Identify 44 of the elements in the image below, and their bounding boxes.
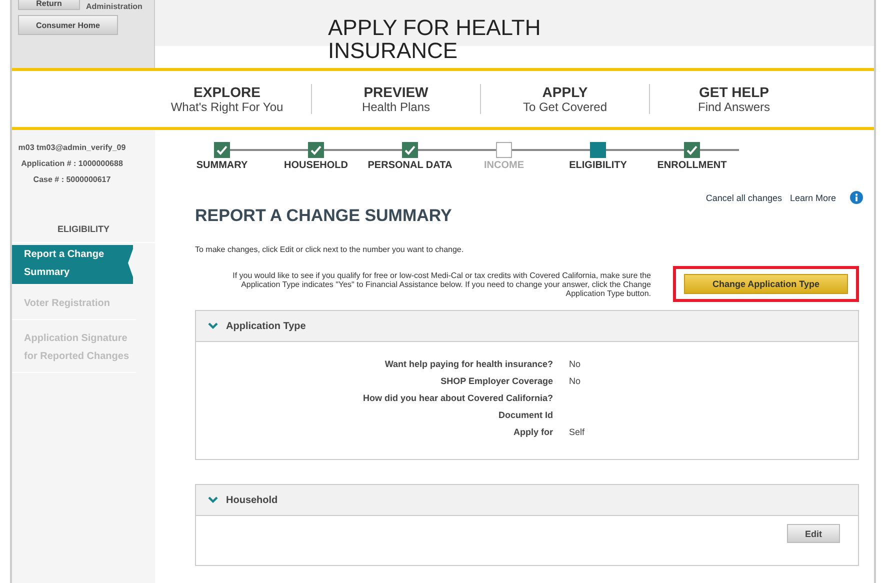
empty-step-icon bbox=[496, 142, 512, 158]
sidebar-item[interactable]: Report a Change Summary bbox=[12, 245, 133, 285]
text-link[interactable]: Cancel all changes bbox=[706, 192, 782, 202]
user-info-text: Case # : 5000000617 bbox=[32, 174, 112, 186]
checkmark-icon bbox=[684, 142, 700, 158]
return-button[interactable]: Return bbox=[18, 0, 80, 10]
checkmark-icon bbox=[402, 142, 418, 158]
field-label: Document Id bbox=[497, 410, 553, 420]
user-info-text: Application # : 1000000688 bbox=[20, 158, 124, 170]
step-label[interactable]: HOUSEHOLD bbox=[284, 160, 348, 171]
chevron-icon[interactable] bbox=[208, 496, 218, 504]
checkmark-icon bbox=[214, 142, 230, 158]
nav-link[interactable]: EXPLORE What's Right For You bbox=[143, 84, 311, 114]
field-value: Self bbox=[569, 427, 586, 437]
user-info-text: m03 tm03@admin_verify_09 bbox=[17, 142, 127, 154]
sidebar-heading: ELIGIBILITY bbox=[12, 224, 155, 243]
page-header-title: APPLY FOR HEALTH INSURANCE bbox=[328, 16, 542, 62]
nav-link[interactable]: APPLY To Get Covered bbox=[480, 84, 649, 114]
admin-label: Administration bbox=[86, 2, 142, 11]
current-step-icon bbox=[590, 142, 606, 158]
checkmark-icon bbox=[308, 142, 324, 158]
text-link[interactable]: Learn More bbox=[790, 192, 836, 202]
change-application-type-button[interactable]: Change Application Type bbox=[684, 274, 848, 294]
info-icon[interactable] bbox=[850, 191, 863, 204]
field-label: Apply for bbox=[512, 427, 553, 437]
section-header[interactable]: Household bbox=[196, 485, 858, 516]
field-value: No bbox=[569, 376, 582, 386]
field-label: Want help paying for health insurance? bbox=[384, 359, 553, 369]
nav-link[interactable]: PREVIEW Health Plans bbox=[311, 84, 480, 114]
consumer-home-button[interactable]: Consumer Home bbox=[18, 15, 118, 35]
instructions-text: To make changes, click Edit or click next to the number you want to change. bbox=[195, 245, 465, 254]
nav-link[interactable]: GET HELP Find Answers bbox=[649, 84, 818, 114]
notice-text: If you would like to see if you qualify for free or low-cost Medi-Cal or tax credits with Covered California, make sure the Application Type indicates "Yes" to Financial Assistance below. If you need to change your answer, click the Change Application Type button. bbox=[232, 270, 651, 298]
field-label: SHOP Employer Coverage bbox=[440, 376, 553, 386]
section-title: REPORT A CHANGE SUMMARY bbox=[195, 206, 453, 226]
step-label[interactable]: ELIGIBILITY bbox=[569, 160, 627, 171]
section-header[interactable]: Application Type bbox=[196, 311, 858, 342]
step-label[interactable]: ENROLLMENT bbox=[657, 160, 727, 171]
chevron-icon[interactable] bbox=[208, 322, 218, 330]
step-label[interactable]: SUMMARY bbox=[196, 160, 248, 171]
step-label[interactable]: PERSONAL DATA bbox=[368, 160, 452, 171]
field-label: How did you hear about Covered California? bbox=[362, 393, 553, 403]
edit-button[interactable]: Edit bbox=[787, 524, 840, 543]
field-value: No bbox=[569, 359, 582, 369]
